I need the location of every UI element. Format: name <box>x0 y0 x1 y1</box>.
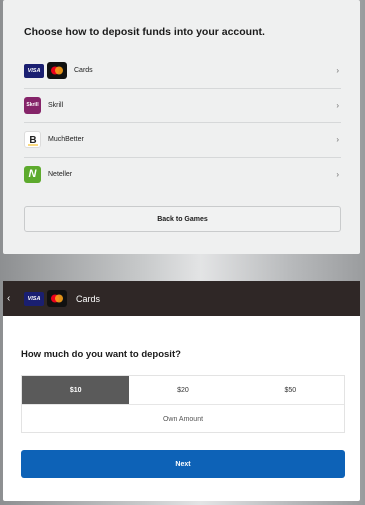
amount-option-10[interactable]: $10 <box>22 376 130 404</box>
method-skrill[interactable]: Skrill Skrill › <box>24 89 341 123</box>
amount-option-50[interactable]: $50 <box>237 376 344 404</box>
chevron-right-icon: › <box>336 169 339 179</box>
method-label: Neteller <box>48 170 73 178</box>
method-label: Cards <box>74 67 93 75</box>
method-muchbetter[interactable]: B MuchBetter › <box>24 123 341 158</box>
deposit-method-list: VISA Cards › Skrill Skrill › B MuchBette… <box>24 54 341 191</box>
muchbetter-icon: B <box>24 131 41 149</box>
cards-deposit-panel: ‹ VISA Cards How much do you want to dep… <box>3 281 360 501</box>
visa-icon: VISA <box>24 63 44 78</box>
method-label: Skrill <box>48 101 64 109</box>
method-cards[interactable]: VISA Cards › <box>24 54 341 89</box>
neteller-icon: N <box>24 165 41 183</box>
amount-selector: $10 $20 $50 Own Amount <box>21 375 345 433</box>
chevron-right-icon: › <box>336 66 339 75</box>
method-label: MuchBetter <box>48 136 84 144</box>
method-neteller[interactable]: N Neteller › <box>24 158 341 192</box>
chevron-right-icon: › <box>336 135 339 144</box>
muchbetter-logo-letter: B <box>29 135 36 146</box>
mastercard-icon <box>47 290 67 307</box>
cards-header: ‹ VISA Cards <box>3 281 360 316</box>
chevron-right-icon: › <box>336 100 339 110</box>
mastercard-icon <box>47 62 67 80</box>
cards-header-title: Cards <box>76 293 101 304</box>
deposit-method-panel: Choose how to deposit funds into your ac… <box>3 0 360 254</box>
back-arrow-icon[interactable]: ‹ <box>7 293 19 304</box>
next-button[interactable]: Next <box>21 450 345 478</box>
skrill-icon: Skrill <box>24 96 41 114</box>
preset-amounts: $10 $20 $50 <box>22 376 344 405</box>
visa-icon: VISA <box>24 291 44 306</box>
deposit-amount-question: How much do you want to deposit? <box>21 349 181 360</box>
back-to-games-button[interactable]: Back to Games <box>24 206 341 232</box>
amount-option-20[interactable]: $20 <box>129 376 236 404</box>
own-amount-option[interactable]: Own Amount <box>22 405 344 433</box>
deposit-method-title: Choose how to deposit funds into your ac… <box>24 26 265 38</box>
